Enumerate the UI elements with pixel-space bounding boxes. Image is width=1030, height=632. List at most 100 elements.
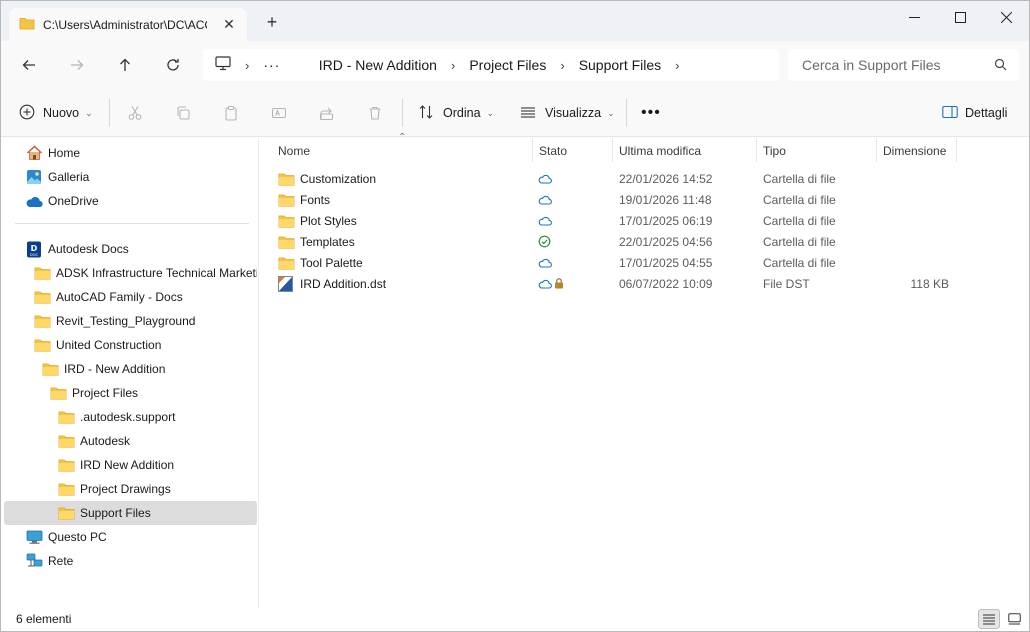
computer-icon[interactable] [215,56,231,74]
sidebar-item-onedrive[interactable]: OneDrive [4,189,257,213]
file-row[interactable]: IRD Addition.dst 06/07/2022 10:09 File DST… [274,273,960,294]
share-icon[interactable] [319,99,335,127]
sidebar-item-label: Project Files [72,386,139,400]
column-header-type[interactable]: Tipo [763,138,786,164]
sidebar-item-support-files[interactable]: Support Files [4,501,257,525]
chevron-down-icon: ⌄ [607,107,615,118]
up-icon[interactable] [111,51,139,79]
file-row[interactable]: Tool Palette 17/01/2025 04:55 Cartella di … [274,252,960,273]
details-button[interactable]: Dettagli [942,99,1007,127]
maximize-icon[interactable] [937,1,983,33]
breadcrumb[interactable]: › ··· › IRD - New Addition › Project Fil… [203,49,779,81]
column-divider[interactable] [756,138,757,162]
column-divider[interactable] [612,138,613,162]
sidebar-item-autodesk-support[interactable]: .autodesk.support [4,405,257,429]
column-divider[interactable] [876,138,877,162]
new-button[interactable]: Nuovo ⌄ [19,99,93,127]
close-window-icon[interactable] [983,1,1029,33]
folder-icon [33,337,51,353]
chevron-right-icon[interactable]: › [560,58,564,73]
column-header-size[interactable]: Dimensione [883,138,946,164]
back-icon[interactable] [15,51,43,79]
this-pc-icon [25,529,43,545]
file-name-cell: Fonts [278,189,330,210]
details-button-label: Dettagli [965,106,1008,120]
rename-icon[interactable] [271,99,287,127]
chevron-down-icon: ⌄ [85,107,93,118]
column-divider[interactable] [532,138,533,162]
sidebar-item-adsk-infrastructure-technical-marketing[interactable]: ADSK Infrastructure Technical Marketing [4,261,257,285]
file-modified: 17/01/2025 04:55 [619,255,713,270]
chevron-right-icon[interactable]: › [675,58,679,73]
column-header-status[interactable]: Stato [539,138,567,164]
sidebar-item-project-drawings[interactable]: Project Drawings [4,477,257,501]
chevron-down-icon: ⌄ [486,107,495,118]
new-tab-button[interactable]: + [263,12,281,32]
details-view-icon[interactable] [978,609,1000,629]
paste-icon[interactable] [223,99,239,127]
sidebar-item-home[interactable]: Home [4,141,257,165]
file-size [874,252,949,273]
file-type: Cartella di file [763,192,836,207]
sidebar-item-revit-testing-playground[interactable]: Revit_Testing_Playground [4,309,257,333]
tiles-view-icon[interactable] [1003,609,1025,629]
sidebar-item-label: IRD New Addition [80,458,175,472]
breadcrumb-item-support-files[interactable]: Support Files [579,57,661,73]
file-row[interactable]: Plot Styles 17/01/2025 06:19 Cartella di f… [274,210,960,231]
breadcrumb-item-ird-new-addition[interactable]: IRD - New Addition [319,57,437,73]
sort-indicator-icon: ⌃ [398,132,407,143]
search-box[interactable]: Cerca in Support Files [788,49,1019,81]
refresh-icon[interactable] [159,51,187,79]
sidebar-item-autodesk-docs[interactable]: D DOC Autodesk Docs [4,237,257,261]
sidebar-item-autodesk[interactable]: Autodesk [4,429,257,453]
close-tab-icon[interactable]: ✕ [221,16,237,32]
cloud-status-icon [538,195,552,205]
sidebar-item-label: United Construction [56,338,162,352]
view-button[interactable]: Visualizza ⌄ [520,99,615,127]
sort-icon [418,104,434,123]
sidebar-item-ird-new-addition[interactable]: IRD New Addition [4,453,257,477]
delete-icon[interactable] [367,99,383,127]
file-name: Fonts [300,192,331,207]
column-header-name[interactable]: Nome [278,138,310,164]
file-row[interactable]: Templates 22/01/2025 04:56 Cartella di fil… [274,231,960,252]
file-row[interactable]: Customization 22/01/2026 14:52 Cartella di… [274,168,960,189]
more-options-icon[interactable]: ••• [641,99,661,127]
chevron-right-icon[interactable]: › [245,58,249,73]
chevron-right-icon[interactable]: › [451,58,455,73]
folder-icon [278,172,296,186]
sidebar-item-autocad-family-docs[interactable]: AutoCAD Family - Docs [4,285,257,309]
cut-icon[interactable] [127,99,143,127]
more-breadcrumb-icon[interactable]: ··· [263,57,280,73]
copy-icon[interactable] [175,99,191,127]
file-row[interactable]: Fonts 19/01/2026 11:48 Cartella di file [274,189,960,210]
sidebar-item-label: Autodesk Docs [48,242,129,256]
search-input[interactable]: Cerca in Support Files [802,57,941,73]
file-modified: 17/01/2025 06:19 [619,213,713,228]
file-status [538,189,552,210]
sort-button[interactable]: Ordina ⌄ [418,99,494,127]
file-name: Templates [300,234,355,249]
file-type: Cartella di file [763,213,836,228]
sidebar-item-rete[interactable]: Rete [4,549,257,573]
file-status [538,168,552,189]
sidebar-item-questo-pc[interactable]: Questo PC [4,525,257,549]
sidebar-item-united-construction[interactable]: United Construction [4,333,257,357]
cloud-status-icon [538,174,552,184]
sidebar-item-galleria[interactable]: Galleria [4,165,257,189]
forward-icon[interactable] [63,51,91,79]
column-header-modified[interactable]: Ultima modifica [619,138,701,164]
title-bar: C:\Users\Administrator\DC\ACC ✕ + [1,1,1029,41]
file-list: ⌃ Nome Stato Ultima modifica Tipo Dimens… [260,132,1029,608]
tab-current[interactable]: C:\Users\Administrator\DC\ACC ✕ [9,8,247,41]
sidebar-item-label: Home [48,146,81,160]
file-status [538,252,552,273]
breadcrumb-item-project-files[interactable]: Project Files [469,57,546,73]
column-divider[interactable] [956,138,957,162]
sidebar-item-project-files[interactable]: Project Files [4,381,257,405]
view-lines-icon [520,104,536,123]
toolbar-divider [626,99,627,127]
sidebar-item-ird-new-addition[interactable]: IRD - New Addition [4,357,257,381]
command-bar: Nuovo ⌄ Ordina ⌄ Visualizza ⌄ ••• Dettag… [1,89,1029,137]
minimize-icon[interactable] [891,1,937,33]
